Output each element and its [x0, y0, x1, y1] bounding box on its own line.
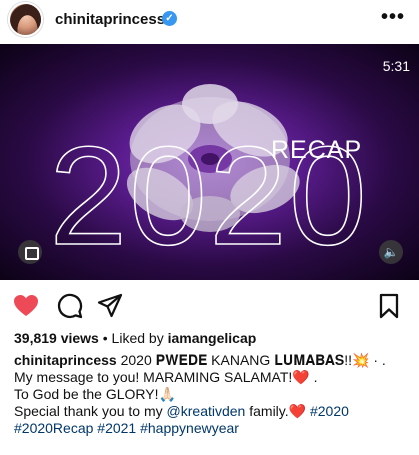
heart-icon[interactable]	[12, 292, 40, 320]
hashtag-links[interactable]: #2020Recap #2021 #happynewyear	[14, 420, 414, 437]
bookmark-icon[interactable]	[375, 292, 403, 320]
view-count[interactable]: 39,819 views	[14, 330, 99, 346]
caption-text-1: 2020 𝐏𝐖𝐄𝐃𝐄 KANANG 𝐋𝐔𝐌𝐀𝐁𝐀𝐒!!💥 · .	[116, 352, 386, 368]
mention-link[interactable]: @kreativden	[167, 403, 246, 419]
caption-line-3: To God be the GLORY!🙏🏻	[14, 386, 176, 402]
recap-label: RECAP	[271, 136, 363, 164]
caption-line-2: My message to you! MARAMING SALAMAT!❤️ .	[14, 369, 318, 385]
caption-username[interactable]: chinitaprincess	[14, 352, 117, 368]
verified-badge-icon: ✓	[162, 11, 177, 26]
caption-text-4: Special thank you to my	[14, 403, 167, 419]
caption-line-4: Special thank you to my @kreativden fami…	[14, 403, 414, 420]
caption-line-1: chinitaprincess 2020 𝐏𝐖𝐄𝐃𝐄 KANANG 𝐋𝐔𝐌𝐀𝐁𝐀…	[14, 352, 414, 369]
video-player[interactable]: 2020 5:31 RECAP 🔈	[0, 44, 419, 280]
comment-icon[interactable]	[56, 292, 84, 320]
username[interactable]: chinitaprincess	[55, 11, 165, 28]
share-icon[interactable]	[96, 292, 124, 320]
video-tag-icon[interactable]	[18, 240, 42, 264]
liked-by-prefix: Liked by	[111, 330, 164, 346]
avatar[interactable]	[8, 2, 43, 37]
mute-button[interactable]: 🔈	[379, 240, 403, 264]
separator: •	[102, 330, 108, 346]
caption-text-4b: family.❤️	[245, 403, 310, 419]
hashtag-link[interactable]: #2020	[310, 403, 349, 419]
engagement-line: 39,819 views • Liked by iamangelicap	[14, 330, 256, 346]
more-options-icon[interactable]: •••	[381, 6, 405, 29]
video-duration: 5:31	[382, 58, 410, 74]
post-caption: chinitaprincess 2020 𝐏𝐖𝐄𝐃𝐄 KANANG 𝐋𝐔𝐌𝐀𝐁𝐀…	[14, 352, 414, 437]
liked-by-user[interactable]: iamangelicap	[168, 330, 257, 346]
post-actions	[0, 290, 419, 322]
post-header: chinitaprincess ✓ •••	[0, 0, 419, 40]
